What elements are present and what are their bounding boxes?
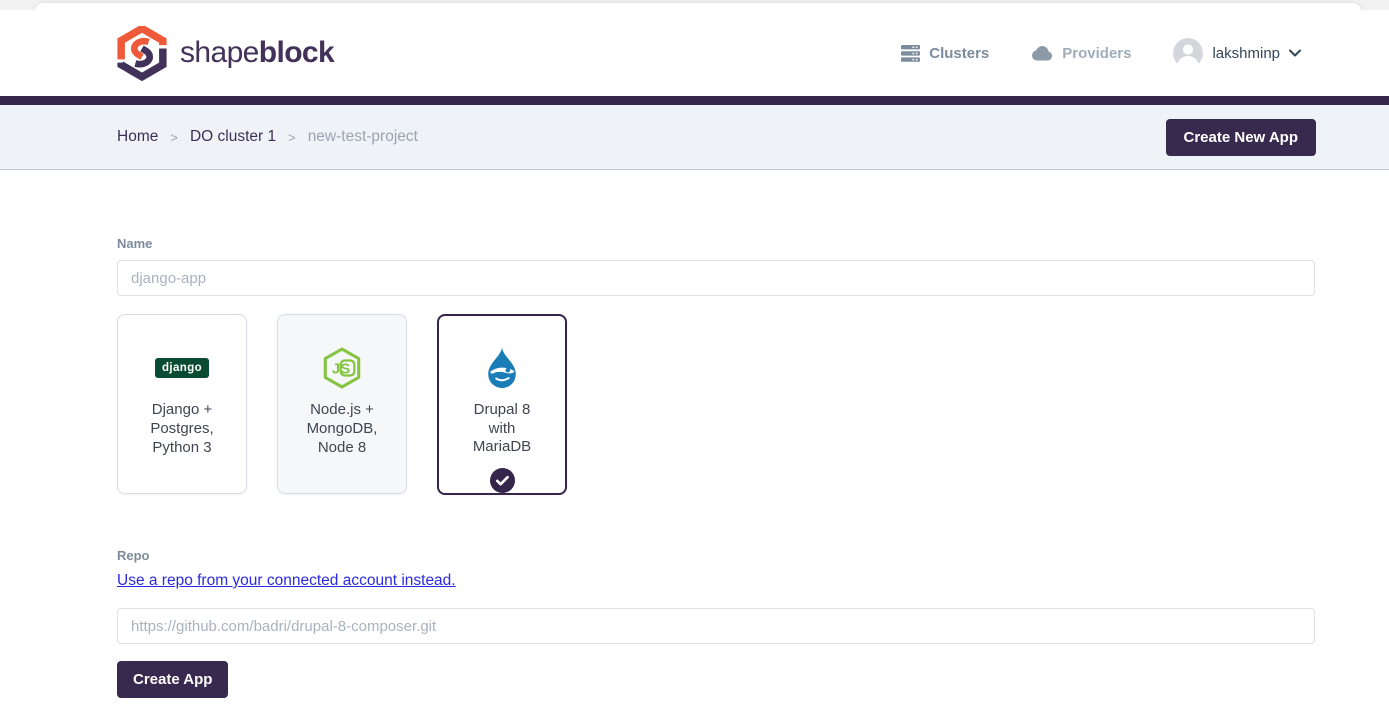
stack-card-nodejs-label: Node.js + MongoDB, Node 8 xyxy=(306,401,378,456)
nodejs-logo-icon: JS xyxy=(320,341,364,395)
nav-item-providers[interactable]: Providers xyxy=(1031,45,1131,62)
breadcrumb-home[interactable]: Home xyxy=(117,128,158,146)
repo-section: Repo Use a repo from your connected acco… xyxy=(117,548,1315,698)
create-app-form: Name django Django + Postgres, Python 3 … xyxy=(0,170,1389,698)
repo-url-input[interactable] xyxy=(117,608,1315,644)
create-new-app-button[interactable]: Create New App xyxy=(1165,118,1316,156)
stack-card-drupal[interactable]: Drupal 8 with MariaDB xyxy=(437,314,567,495)
stack-card-list: django Django + Postgres, Python 3 JS No… xyxy=(117,314,1315,495)
server-stack-icon xyxy=(901,44,921,62)
repo-field-label: Repo xyxy=(117,548,150,563)
nav-item-clusters[interactable]: Clusters xyxy=(901,44,990,62)
use-connected-repo-link[interactable]: Use a repo from your connected account i… xyxy=(117,572,456,590)
breadcrumb-separator: > xyxy=(288,129,296,145)
name-field-label: Name xyxy=(117,236,153,251)
django-logo: django xyxy=(154,358,210,378)
shapeblock-hexagon-logo-icon xyxy=(117,23,167,81)
django-logo-icon: django xyxy=(154,341,210,395)
nav-clusters-label: Clusters xyxy=(929,44,990,62)
person-avatar xyxy=(1173,38,1204,68)
brand-name-block: block xyxy=(258,36,335,69)
drupal-logo-icon xyxy=(481,342,523,395)
brand-logo[interactable]: shapeblock xyxy=(117,23,335,81)
chevron-down-icon xyxy=(1289,49,1301,57)
breadcrumb-current-project: new-test-project xyxy=(307,128,418,145)
browser-edge-strip xyxy=(0,0,1389,12)
brand-name-shape: shape xyxy=(180,36,259,69)
stack-card-django[interactable]: django Django + Postgres, Python 3 xyxy=(117,314,247,494)
stack-card-nodejs[interactable]: JS Node.js + MongoDB, Node 8 xyxy=(277,314,407,494)
create-app-button[interactable]: Create App xyxy=(117,661,229,698)
check-circle-icon xyxy=(489,468,515,493)
nav-providers-label: Providers xyxy=(1062,44,1132,62)
stack-card-django-label: Django + Postgres, Python 3 xyxy=(150,401,214,456)
username: lakshminp xyxy=(1212,44,1280,62)
brand-name: shapeblock xyxy=(180,36,335,69)
breadcrumb: Home > DO cluster 1 > new-test-project xyxy=(117,128,418,146)
cloud-icon xyxy=(1031,45,1053,61)
app-name-input[interactable] xyxy=(117,260,1315,296)
breadcrumb-bar: Home > DO cluster 1 > new-test-project C… xyxy=(0,105,1389,170)
app-header: shapeblock Clusters Providers lakshminp xyxy=(0,10,1389,96)
breadcrumb-separator: > xyxy=(170,129,178,145)
breadcrumb-cluster[interactable]: DO cluster 1 xyxy=(190,128,276,146)
header-divider-bar xyxy=(0,96,1389,105)
top-nav: Clusters Providers lakshminp xyxy=(901,38,1301,68)
user-menu[interactable]: lakshminp xyxy=(1173,38,1301,68)
stack-card-drupal-label: Drupal 8 with MariaDB xyxy=(472,400,532,456)
nodejs-js-letters: JS xyxy=(332,360,350,377)
